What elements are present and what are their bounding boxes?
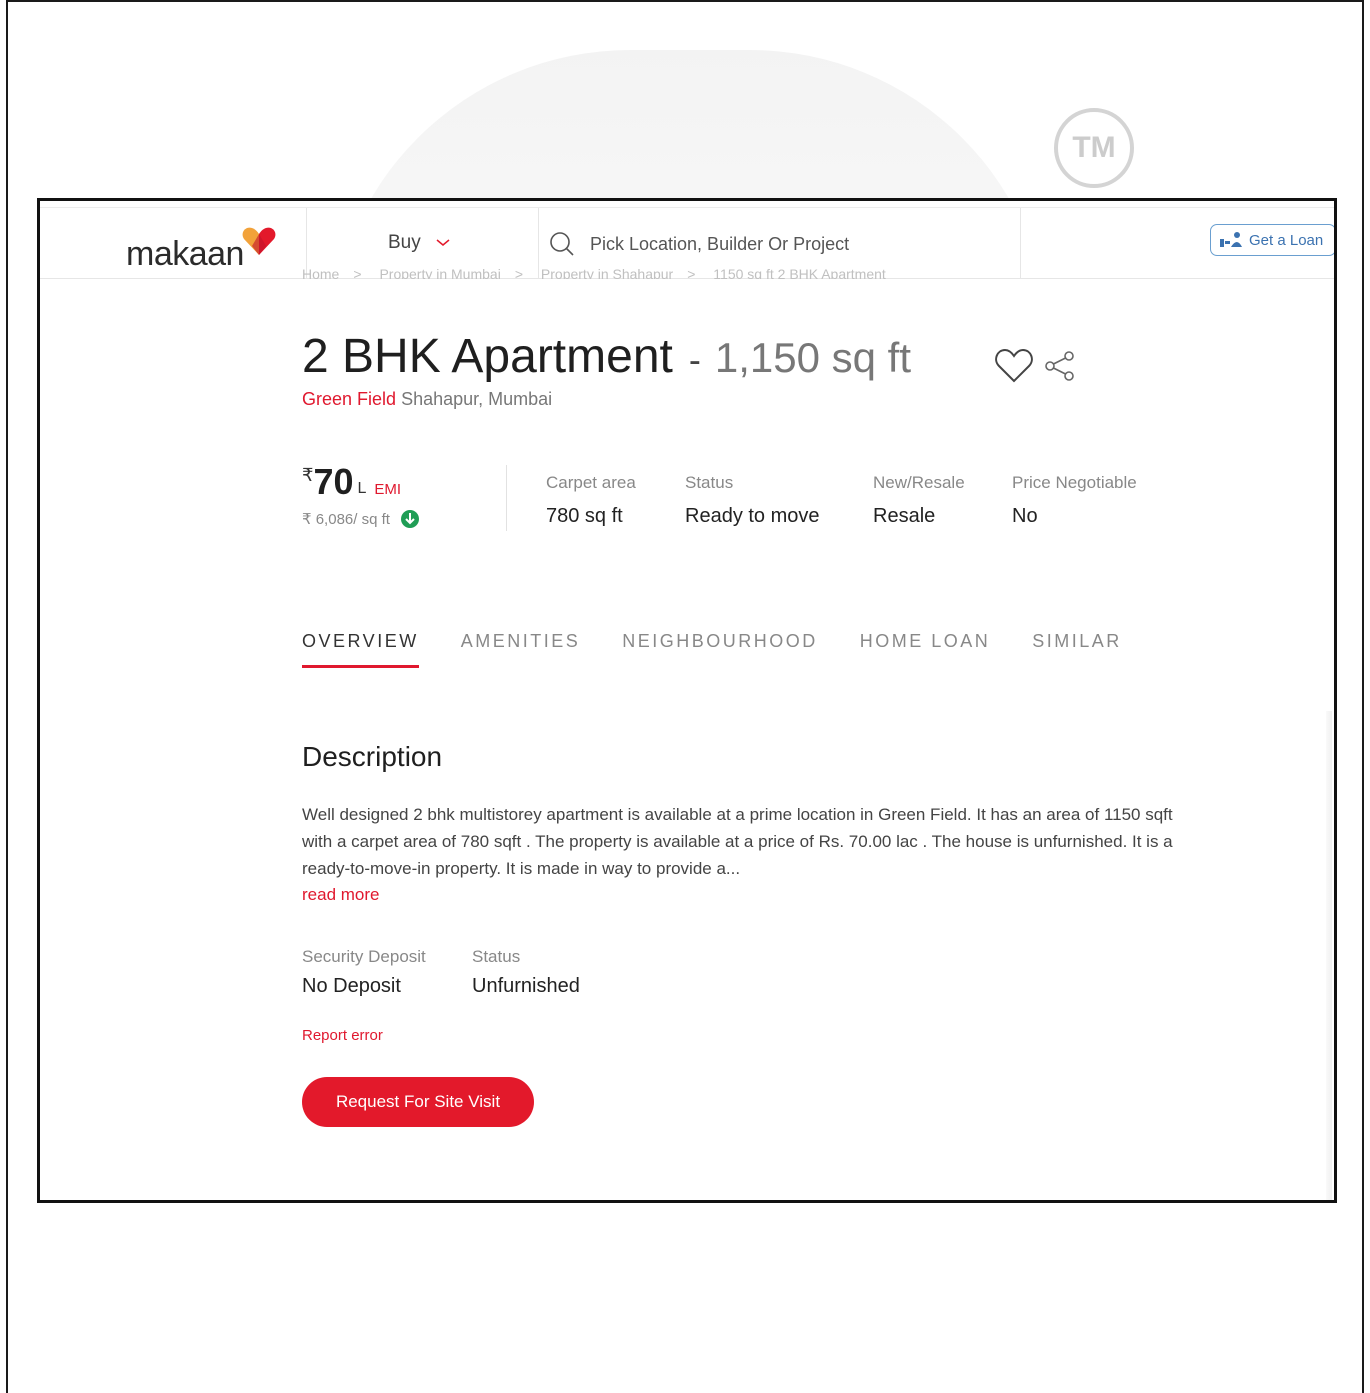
currency-symbol: ₹ bbox=[302, 465, 314, 485]
tab-overview[interactable]: OVERVIEW bbox=[302, 631, 419, 668]
project-link[interactable]: Green Field bbox=[302, 389, 396, 409]
attribute-new-resale: New/Resale Resale bbox=[873, 473, 965, 528]
share-icon[interactable] bbox=[1043, 350, 1077, 382]
chevron-down-icon bbox=[436, 239, 450, 246]
detail-value: Unfurnished bbox=[472, 975, 580, 997]
attribute-value: Resale bbox=[873, 505, 936, 527]
page-title: 2 BHK Apartment bbox=[302, 330, 673, 383]
search-bar[interactable] bbox=[548, 230, 1012, 258]
tab-amenities[interactable]: AMENITIES bbox=[461, 631, 581, 668]
get-loan-button[interactable]: Get a Loan bbox=[1210, 224, 1334, 256]
breadcrumb-item: 1150 sq ft 2 BHK Apartment bbox=[713, 267, 886, 279]
read-more-link[interactable]: read more bbox=[302, 885, 379, 905]
attribute-label: Carpet area bbox=[546, 473, 636, 492]
logo-heart-icon bbox=[242, 227, 276, 255]
scroll-edge bbox=[1326, 711, 1332, 1200]
title-actions bbox=[993, 346, 1077, 386]
section-tabs: OVERVIEW AMENITIES NEIGHBOURHOOD HOME LO… bbox=[302, 631, 1164, 668]
price-divider bbox=[506, 465, 507, 531]
attribute-value: No bbox=[1012, 505, 1038, 527]
city[interactable]: Mumbai bbox=[488, 389, 552, 409]
trademark-watermark: TM bbox=[1054, 108, 1134, 188]
title-area: 1,150 sq ft bbox=[714, 334, 911, 381]
buy-label: Buy bbox=[388, 232, 421, 253]
locality[interactable]: Shahapur, bbox=[401, 389, 483, 409]
report-error-link[interactable]: Report error bbox=[302, 1027, 383, 1044]
detail-value: No Deposit bbox=[302, 975, 401, 997]
heart-icon[interactable] bbox=[993, 346, 1035, 386]
attribute-value: Ready to move bbox=[685, 505, 820, 527]
buy-dropdown[interactable]: Buy bbox=[388, 232, 451, 254]
breadcrumb-item[interactable]: Property in Mumbai bbox=[379, 267, 500, 279]
price-value: 70 bbox=[313, 461, 354, 502]
request-site-visit-button[interactable]: Request For Site Visit bbox=[302, 1077, 534, 1127]
header-divider bbox=[1020, 208, 1021, 278]
breadcrumb-item[interactable]: Home bbox=[302, 267, 339, 279]
logo-text: makaan bbox=[126, 235, 244, 273]
detail-security-deposit: Security Deposit No Deposit bbox=[302, 947, 426, 998]
attribute-status: Status Ready to move bbox=[685, 473, 820, 528]
emi-link[interactable]: EMI bbox=[374, 481, 401, 498]
makaan-logo[interactable]: makaan bbox=[126, 226, 276, 274]
listing-location: Green Field Shahapur, Mumbai bbox=[302, 389, 552, 410]
description-title: Description bbox=[302, 741, 443, 772]
price-unit: L bbox=[357, 480, 367, 497]
get-loan-label: Get a Loan bbox=[1249, 231, 1324, 249]
detail-label: Status bbox=[472, 947, 521, 966]
attribute-value: 780 sq ft bbox=[546, 505, 623, 527]
listing-title: 2 BHK Apartment - 1,150 sq ft bbox=[302, 329, 911, 384]
description-text: Well designed 2 bhk multistorey apartmen… bbox=[302, 805, 1173, 878]
attribute-price-negotiable: Price Negotiable No bbox=[1012, 473, 1137, 528]
listing-page: makaan Buy Pick Location, Builder Or Pro… bbox=[37, 198, 1337, 1203]
detail-furnishing-status: Status Unfurnished bbox=[472, 947, 580, 998]
attribute-label: New/Resale bbox=[873, 473, 965, 492]
search-input[interactable] bbox=[588, 232, 1012, 256]
attribute-carpet-area: Carpet area 780 sq ft bbox=[546, 473, 636, 528]
tab-neighbourhood[interactable]: NEIGHBOURHOOD bbox=[622, 631, 818, 668]
price-per-sqft: ₹ 6,086/ sq ft bbox=[302, 511, 390, 528]
tab-similar[interactable]: SIMILAR bbox=[1032, 631, 1122, 668]
price-block: ₹ 70 L EMI ₹ 6,086/ sq ft bbox=[302, 463, 420, 529]
breadcrumb: Home > Property in Mumbai > Property in Sh… bbox=[302, 267, 900, 279]
tab-home-loan[interactable]: HOME LOAN bbox=[860, 631, 991, 668]
attribute-label: Status bbox=[685, 473, 734, 492]
price-trend-down-icon[interactable] bbox=[400, 509, 420, 529]
breadcrumb-item[interactable]: Property in Shahapur bbox=[541, 267, 673, 279]
loan-people-icon bbox=[1220, 232, 1242, 247]
title-separator: - bbox=[688, 339, 701, 380]
attribute-label: Price Negotiable bbox=[1012, 473, 1137, 492]
search-icon bbox=[550, 232, 574, 256]
detail-label: Security Deposit bbox=[302, 947, 426, 966]
